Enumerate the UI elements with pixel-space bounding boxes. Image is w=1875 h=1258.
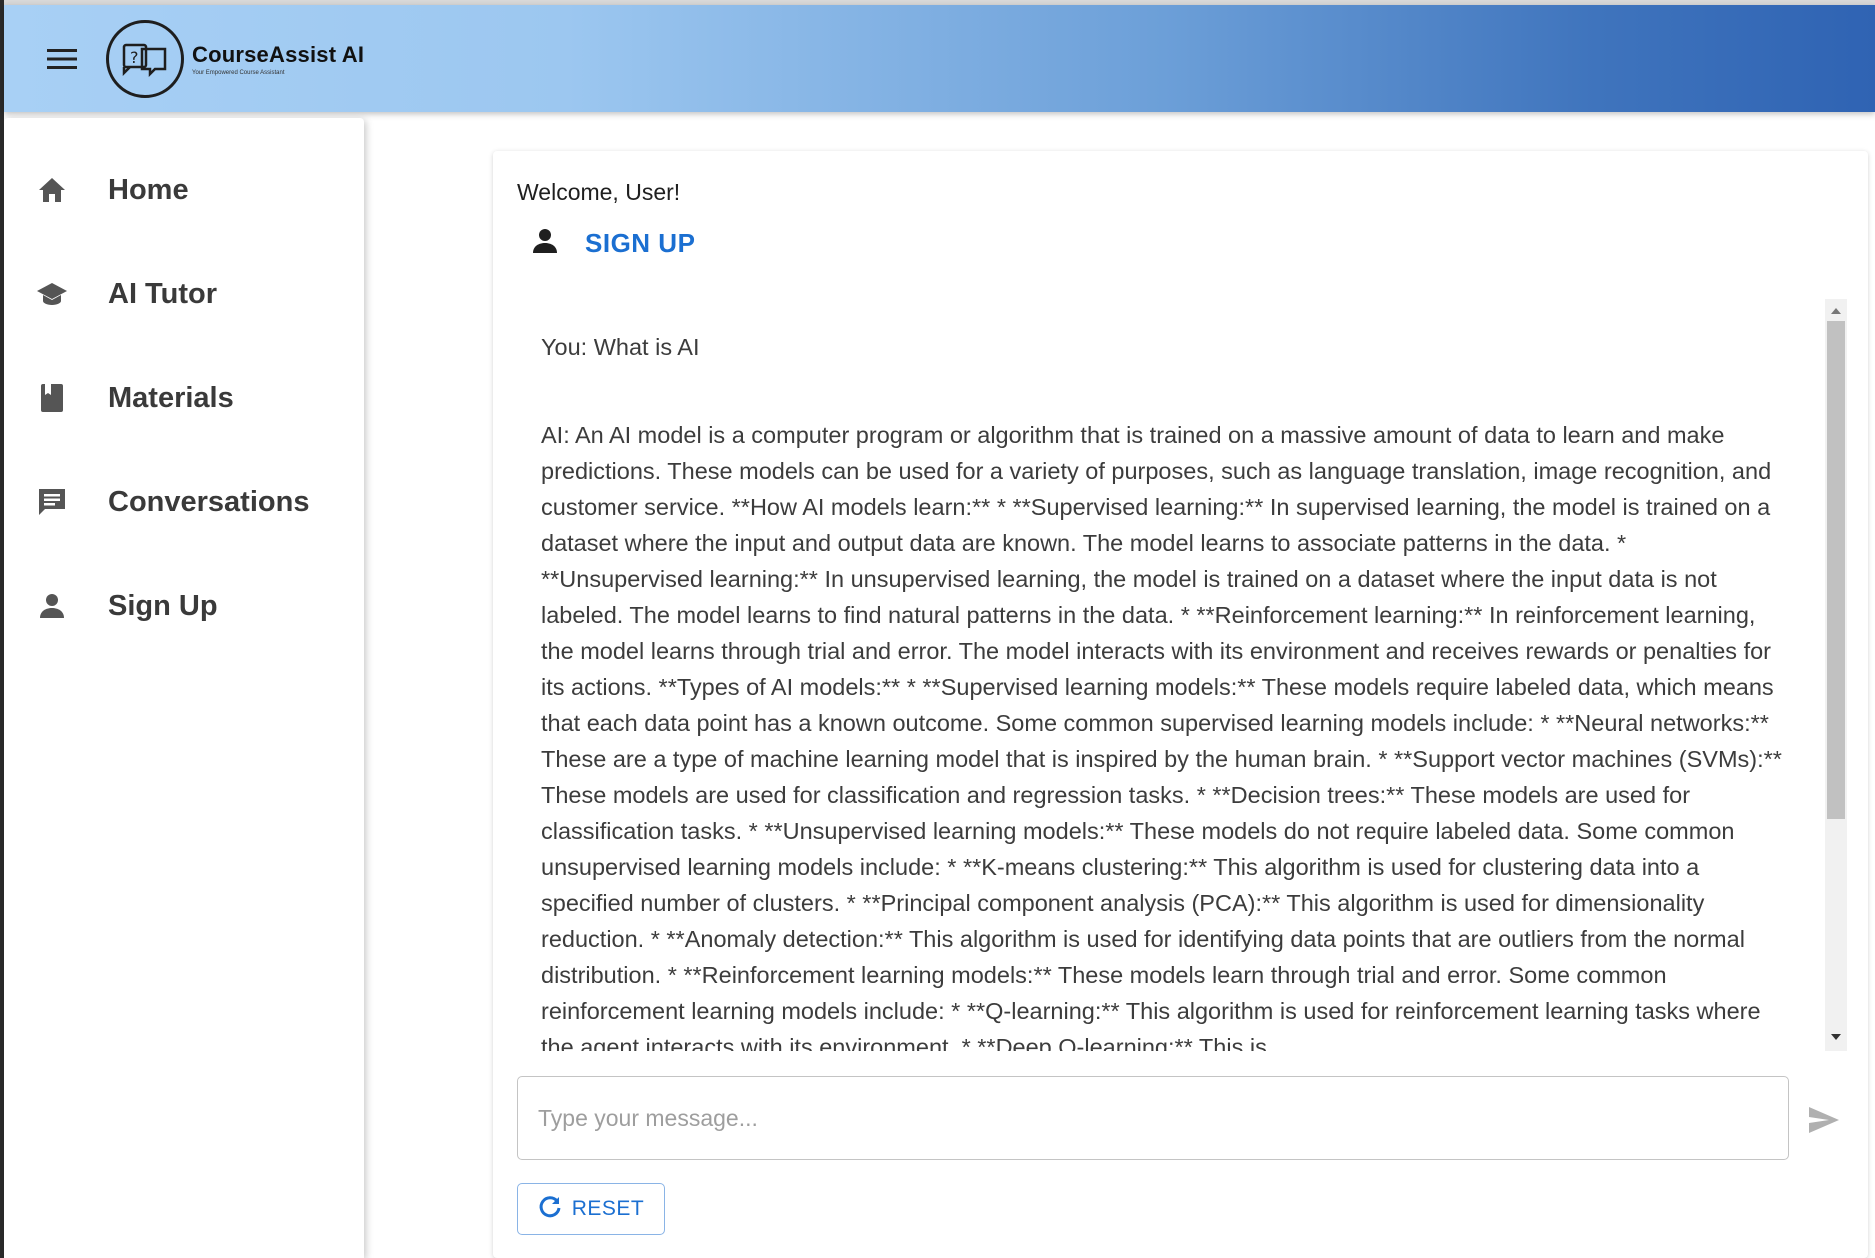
chat-icon [36,486,68,518]
chat-messages: You: What is AI AI: An AI model is a com… [517,299,1817,1051]
sidebar-item-ai-tutor[interactable]: AI Tutor [4,258,364,330]
chat-question-logo-icon[interactable]: ? [106,19,184,98]
chat-scrollbar[interactable] [1825,299,1847,1051]
sidebar-item-label: Materials [108,381,234,414]
send-icon[interactable] [1799,1095,1849,1145]
brand-tagline: Your Empowered Course Assistant [192,69,285,76]
chat-panel: Welcome, User! SIGN UP You: What is AI A… [493,151,1868,1258]
sidebar-item-home[interactable]: Home [4,154,364,226]
scroll-up-arrow-icon[interactable] [1825,301,1847,321]
app-bar: ? CourseAssist AI Your Empowered Course … [4,5,1875,112]
sidebar-item-label: Conversations [108,485,310,518]
sidebar-item-conversations[interactable]: Conversations [4,466,364,538]
svg-text:?: ? [130,48,139,67]
message-input[interactable] [518,1077,1788,1159]
signup-label: SIGN UP [585,227,696,258]
user-message: You: What is AI [541,334,700,360]
signup-button[interactable]: SIGN UP [531,221,695,265]
scroll-down-arrow-icon[interactable] [1825,1027,1847,1047]
refresh-icon [538,1195,562,1224]
book-icon [36,382,68,414]
person-icon [531,227,559,260]
reset-label: RESET [571,1197,645,1220]
reset-button[interactable]: RESET [517,1183,665,1235]
sidebar-item-materials[interactable]: Materials [4,362,364,434]
home-icon [36,174,68,206]
brand-name: CourseAssist AI [192,41,365,67]
chat-history[interactable]: You: What is AI AI: An AI model is a com… [517,299,1847,1051]
sidebar: Home AI Tutor Materials Conversations Si… [4,118,364,1258]
ai-message: AI: An AI model is a computer program or… [541,422,1782,1051]
scrollbar-thumb[interactable] [1827,321,1845,819]
brand: CourseAssist AI Your Empowered Course As… [192,42,364,76]
welcome-text: Welcome, User! [517,179,681,205]
sidebar-item-label: AI Tutor [108,277,217,310]
person-icon [36,590,68,622]
message-input-field[interactable] [517,1076,1789,1160]
sidebar-item-label: Sign Up [108,589,218,622]
graduation-cap-icon [36,278,68,310]
hamburger-menu-icon[interactable] [34,31,90,87]
sidebar-item-label: Home [108,173,189,206]
sidebar-item-sign-up[interactable]: Sign Up [4,570,364,642]
